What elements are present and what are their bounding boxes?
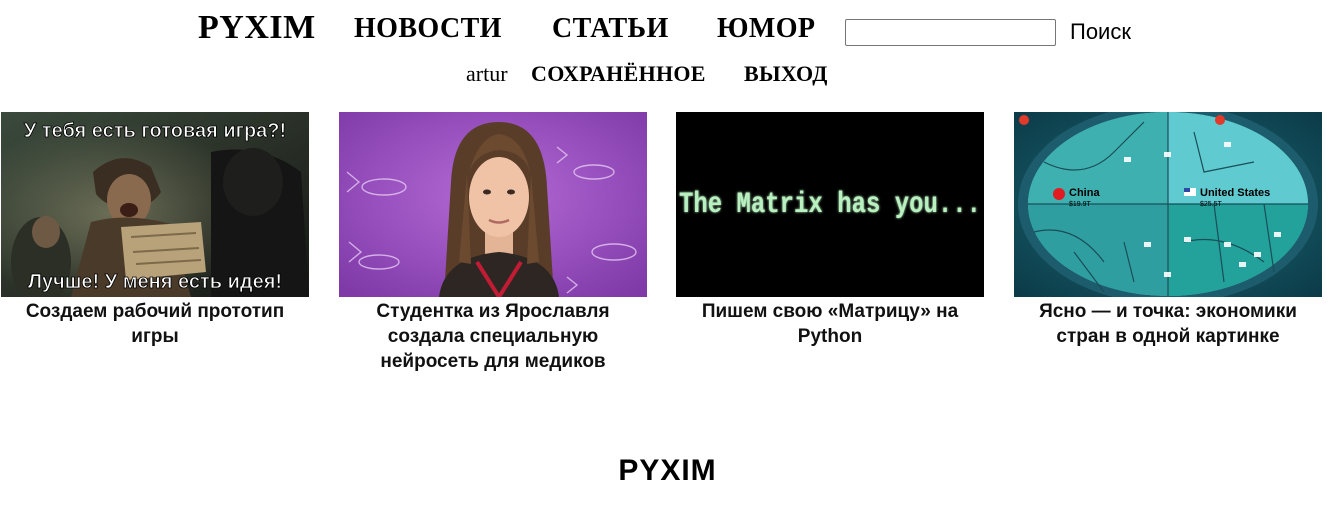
article-thumbnail-student-portrait (339, 112, 647, 297)
article-title: Ясно — и точка: экономики стран в одной … (1039, 301, 1297, 347)
article-title: Пишем свою «Матрицу» на Python (701, 301, 959, 347)
article-thumbnail-matrix: The Matrix has you... (676, 112, 984, 297)
top-navigation: PYXIM НОВОСТИ СТАТЬИ ЮМОР Поиск (0, 8, 1335, 52)
article-thumbnail-economy-map: China $19.9T United States $25.5T (1014, 112, 1322, 297)
search-button[interactable]: Поиск (1068, 17, 1133, 47)
nav-link-logout[interactable]: ВЫХОД (744, 60, 828, 88)
article-card[interactable]: China $19.9T United States $25.5T Ясно —… (1014, 112, 1322, 349)
nav-link-saved[interactable]: СОХРАНЁННОЕ (531, 60, 706, 88)
map-label-usa: United States (1200, 187, 1270, 199)
meme-caption-bottom: Лучше! У меня есть идея! (28, 271, 282, 293)
nav-link-news[interactable]: НОВОСТИ (354, 11, 502, 47)
article-title: Студентка из Ярославля создала специальн… (376, 301, 610, 372)
map-label-china: China (1069, 187, 1100, 199)
nav-link-articles[interactable]: СТАТЬИ (552, 11, 669, 47)
article-card[interactable]: The Matrix has you... Пишем свою «Матриц… (676, 112, 984, 349)
map-value-china: $19.9T (1069, 201, 1092, 208)
article-card[interactable]: Студентка из Ярославля создала специальн… (339, 112, 647, 374)
user-navigation: artur СОХРАНЁННОЕ ВЫХОД (0, 60, 1335, 90)
search-input[interactable] (845, 19, 1056, 46)
article-thumbnail-pirate-meme: У тебя есть готовая игра?! Лучше! У меня… (1, 112, 309, 297)
nav-link-humor[interactable]: ЮМОР (717, 11, 815, 47)
site-logo-link[interactable]: PYXIM (198, 8, 316, 48)
article-title: Создаем рабочий прототип игры (25, 301, 285, 347)
username-label: artur (466, 61, 508, 86)
matrix-caption: The Matrix has you... (679, 188, 981, 222)
map-value-usa: $25.5T (1200, 201, 1223, 208)
footer-logo: PYXIM (618, 454, 717, 487)
article-card[interactable]: У тебя есть готовая игра?! Лучше! У меня… (1, 112, 309, 349)
meme-caption-top: У тебя есть готовая игра?! (24, 120, 286, 142)
